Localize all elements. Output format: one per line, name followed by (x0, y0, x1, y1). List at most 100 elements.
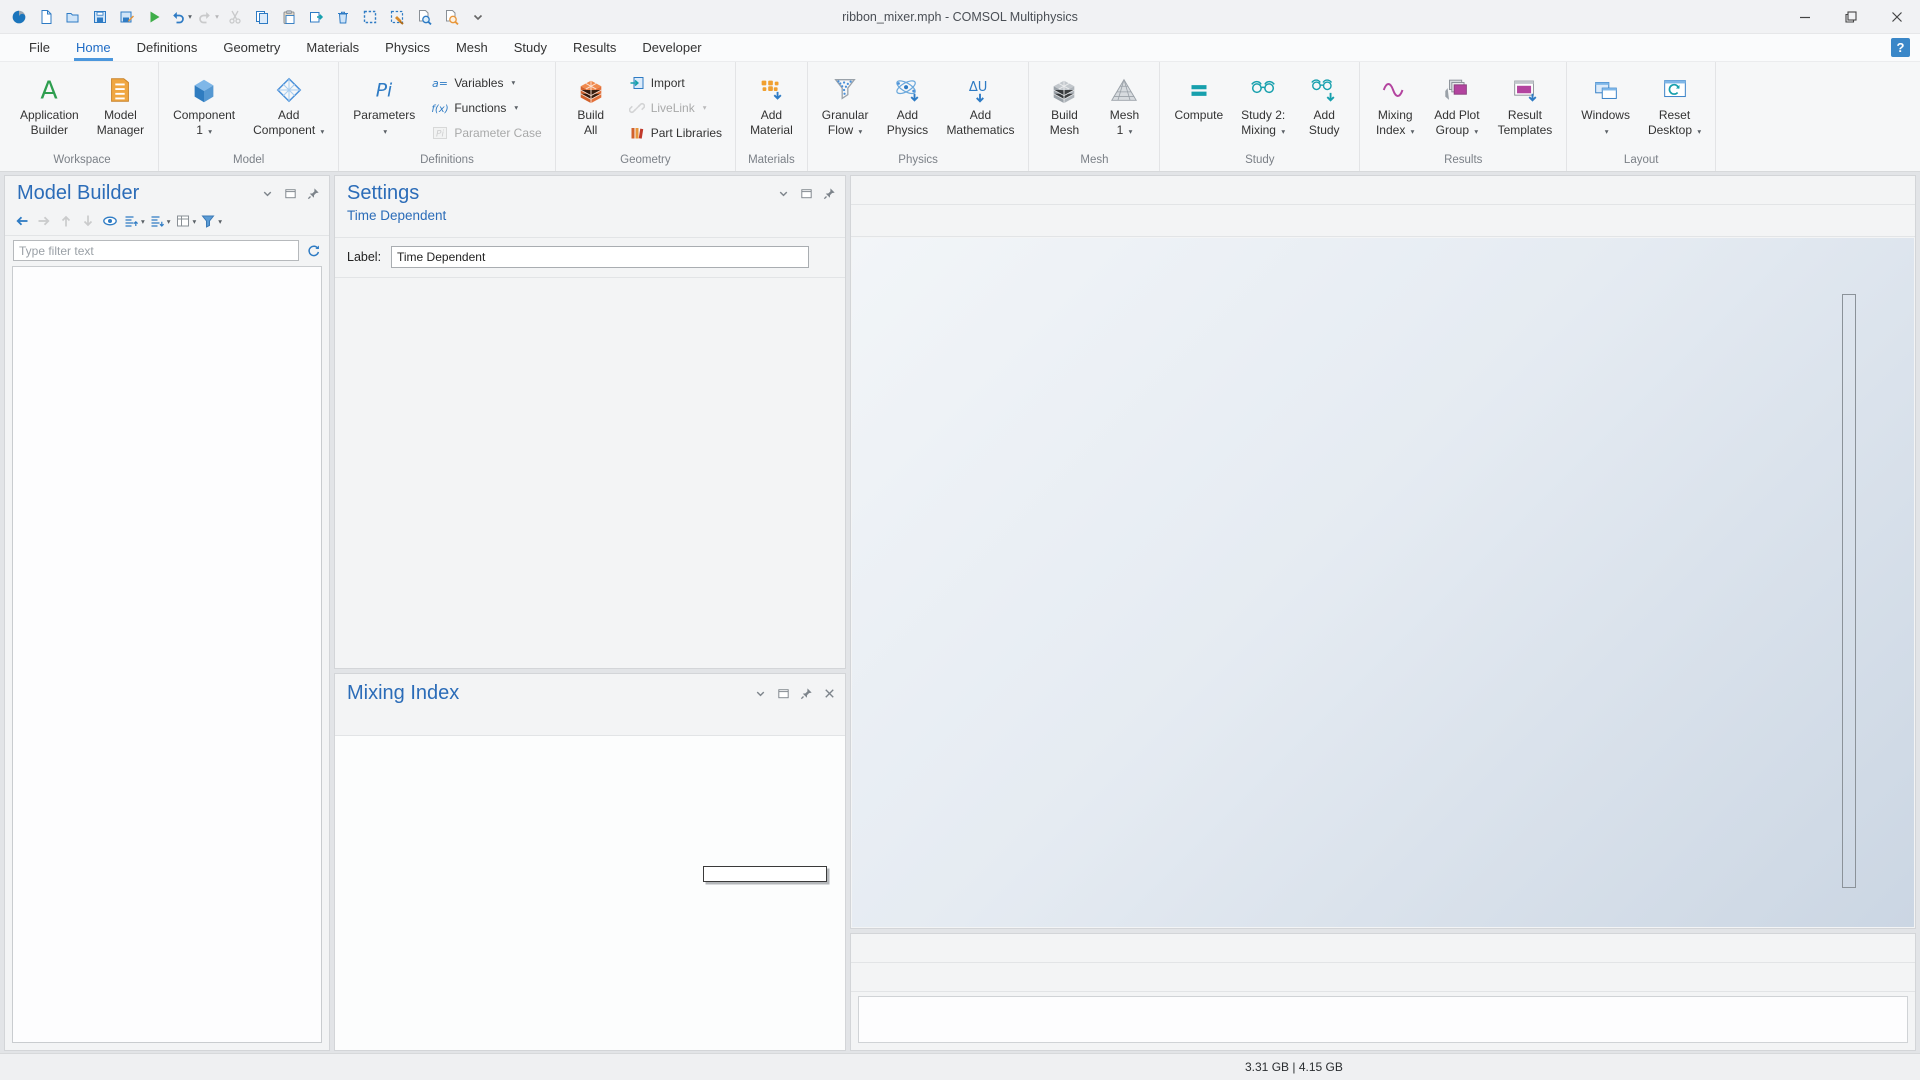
mixing-index-plot[interactable] (335, 736, 845, 1050)
forward-button[interactable] (33, 210, 55, 233)
clear-selection-button[interactable] (384, 4, 410, 30)
ribbon-group-label: Results (1360, 151, 1566, 171)
collapse-button[interactable] (752, 686, 768, 702)
tree-filter-input[interactable] (13, 240, 299, 261)
ribbon-button-build-mesh[interactable]: BuildMesh (1034, 69, 1094, 140)
move-down-button[interactable] (77, 210, 99, 233)
result-templates-icon (1510, 75, 1540, 105)
find-button[interactable] (411, 4, 437, 30)
search-doc-button[interactable] (438, 4, 464, 30)
paste-button[interactable] (276, 4, 302, 30)
float-button[interactable] (282, 186, 298, 202)
ribbon-button-reset-desktop[interactable]: ResetDesktop ▾ (1639, 69, 1710, 142)
ribbon-button-import[interactable]: Import (621, 70, 730, 95)
collapse-tree-button[interactable]: ▾ (121, 210, 147, 233)
collapse-button[interactable] (259, 186, 275, 202)
comsol-logo-button[interactable] (6, 4, 32, 30)
help-button[interactable]: ? (1891, 38, 1910, 57)
paste-icon (281, 9, 297, 25)
float-button[interactable] (798, 186, 814, 202)
ribbon-button-functions[interactable]: f(x)Functions▾ (424, 95, 549, 120)
refresh-icon[interactable] (305, 243, 321, 259)
show-button[interactable] (99, 210, 121, 233)
ribbon-button-add-material[interactable]: AddMaterial (741, 69, 802, 140)
menu-file[interactable]: File (16, 34, 63, 61)
ribbon-button-study-2-mixing[interactable]: Study 2:Mixing ▾ (1232, 69, 1294, 142)
duplicate-button[interactable] (303, 4, 329, 30)
ribbon-button-add-mathematics[interactable]: ΔUAddMathematics (937, 69, 1023, 140)
save-as-button[interactable] (114, 4, 140, 30)
ribbon-button-part-libraries[interactable]: Part Libraries (621, 120, 730, 145)
ribbon-button-add-physics[interactable]: AddPhysics (877, 69, 937, 140)
delete-button[interactable] (330, 4, 356, 30)
ribbon-button-livelink[interactable]: LiveLink▾ (621, 95, 730, 120)
cut-button[interactable] (222, 4, 248, 30)
add-plot-group-icon (1442, 75, 1472, 105)
menu-developer[interactable]: Developer (629, 34, 714, 61)
ribbon-button-parameter-case[interactable]: PiParameter Case (424, 120, 549, 145)
ribbon-button-parameters[interactable]: PiParameters ▾ (344, 69, 424, 142)
ribbon-button-build-all[interactable]: BuildAll (561, 69, 621, 140)
undo-button[interactable]: ▾ (168, 4, 194, 30)
save-as-icon (119, 9, 135, 25)
menu-home[interactable]: Home (63, 34, 124, 61)
menu-geometry[interactable]: Geometry (210, 34, 293, 61)
filter-funnel-button[interactable]: ▾ (198, 210, 224, 233)
close-button[interactable] (1874, 0, 1920, 33)
ribbon-button-windows[interactable]: Windows ▾ (1572, 69, 1639, 142)
ribbon-button-application-builder[interactable]: AApplicationBuilder (11, 69, 88, 140)
open-button[interactable] (60, 4, 86, 30)
menu-physics[interactable]: Physics (372, 34, 443, 61)
messages-panel (850, 933, 1916, 1051)
title-bar: ▾▾ ribbon_mixer.mph - COMSOL Multiphysic… (0, 0, 1920, 34)
copy-button[interactable] (249, 4, 275, 30)
pin-button[interactable] (821, 186, 837, 202)
redo-button[interactable]: ▾ (195, 4, 221, 30)
filter-funnel-icon (200, 213, 216, 229)
find-icon (416, 9, 432, 25)
menu-materials[interactable]: Materials (293, 34, 372, 61)
maximize-button[interactable] (1828, 0, 1874, 33)
select-box-icon (362, 9, 378, 25)
save-button[interactable] (87, 4, 113, 30)
label-input[interactable] (391, 246, 809, 268)
add-component-icon (274, 75, 304, 105)
ribbon-button-add-plot-group[interactable]: Add PlotGroup ▾ (1425, 69, 1488, 142)
ribbon-button-add-component[interactable]: AddComponent ▾ (244, 69, 333, 142)
ribbon-button-component-1[interactable]: Component1 ▾ (164, 69, 244, 142)
float-button[interactable] (775, 686, 791, 702)
ribbon-button-mesh-1[interactable]: Mesh1 ▾ (1094, 69, 1154, 142)
expand-tree-button[interactable]: ▾ (147, 210, 173, 233)
ribbon-button-compute[interactable]: Compute (1165, 69, 1232, 126)
edit-label-button[interactable] (815, 246, 837, 268)
minimize-button[interactable] (1782, 0, 1828, 33)
ribbon-button-granular-flow[interactable]: GranularFlow ▾ (813, 69, 878, 142)
ribbon-button-add-study[interactable]: AddStudy (1294, 69, 1354, 140)
ribbon-button-mixing-index[interactable]: MixingIndex ▾ (1365, 69, 1425, 142)
menu-study[interactable]: Study (501, 34, 560, 61)
ribbon-group-label: Definitions (339, 151, 554, 171)
menu-definitions[interactable]: Definitions (124, 34, 211, 61)
new-file-button[interactable] (33, 4, 59, 30)
plot-legend (703, 866, 827, 882)
undo-icon (170, 9, 186, 25)
ribbon-button-model-manager[interactable]: ModelManager (88, 69, 153, 140)
run-button[interactable] (141, 4, 167, 30)
close-button[interactable] (821, 686, 837, 702)
ribbon-button-result-templates[interactable]: ResultTemplates (1489, 69, 1562, 140)
collapse-button[interactable] (775, 186, 791, 202)
move-up-button[interactable] (55, 210, 77, 233)
back-button[interactable] (11, 210, 33, 233)
model-tree (12, 266, 322, 1043)
menu-mesh[interactable]: Mesh (443, 34, 501, 61)
ribbon-group-workspace: AApplicationBuilderModelManagerWorkspace (6, 62, 159, 171)
ribbon-button-variables[interactable]: a=Variables▾ (424, 70, 549, 95)
redo-icon (197, 9, 213, 25)
select-box-button[interactable] (357, 4, 383, 30)
graphics-3d-view[interactable] (852, 238, 1914, 927)
tree-table-button[interactable]: ▾ (173, 210, 199, 233)
pin-button[interactable] (305, 186, 321, 202)
customize-chevron-button[interactable] (465, 4, 491, 30)
menu-results[interactable]: Results (560, 34, 629, 61)
pin-button[interactable] (798, 686, 814, 702)
